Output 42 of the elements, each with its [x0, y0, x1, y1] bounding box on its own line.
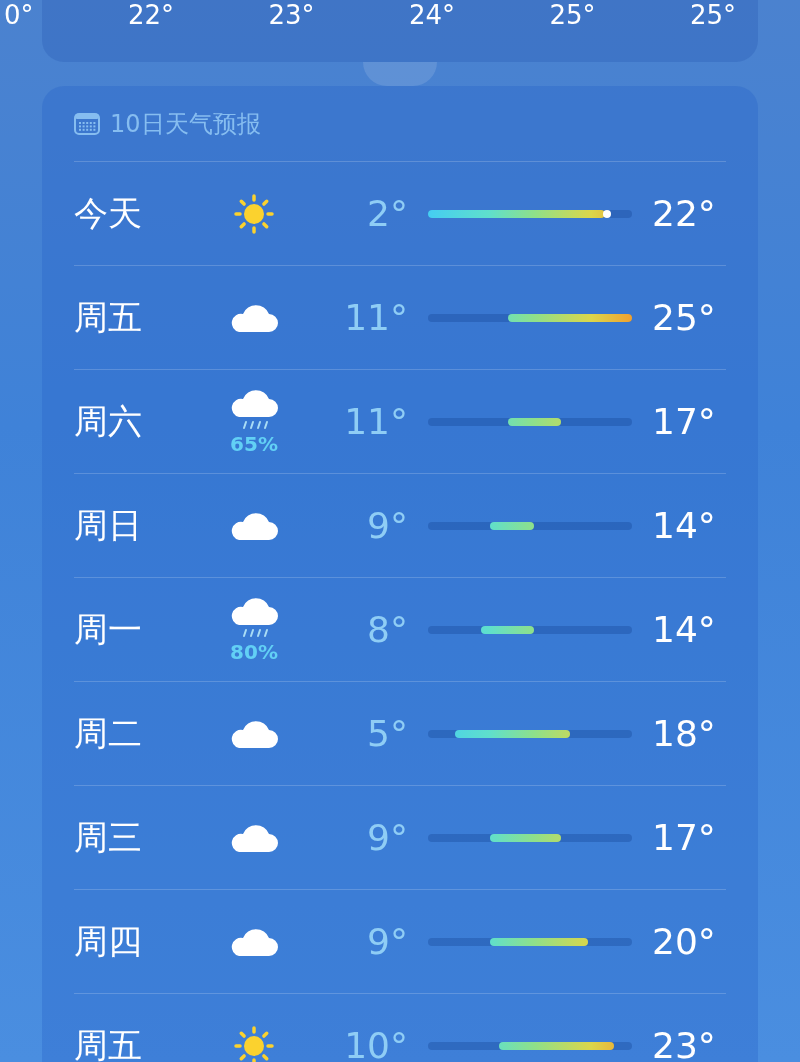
day-label: 周五	[74, 1023, 143, 1062]
temperature-range-fill	[490, 833, 562, 842]
current-temperature-dot	[603, 209, 612, 218]
day-label: 周五	[74, 295, 143, 339]
day-label: 周三	[74, 815, 143, 859]
hourly-temperature: 22°	[127, 0, 175, 30]
precipitation-chance: 80%	[230, 640, 278, 663]
day-label: 周一	[74, 607, 143, 651]
hourly-temperature: 25°	[689, 0, 736, 30]
forecast-title: 10日天气预报	[110, 108, 261, 140]
low-temperature: 2°	[366, 193, 409, 234]
hourly-temperature: 25°	[549, 0, 596, 30]
day-label: 今天	[74, 191, 143, 235]
calendar-icon	[74, 112, 100, 135]
low-temperature: 10°	[343, 1025, 409, 1062]
low-temperature: 9°	[366, 921, 409, 962]
low-temperature: 8°	[366, 609, 409, 650]
temperature-range-fill	[507, 417, 561, 426]
hourly-temperature: 23°	[268, 0, 315, 30]
day-label: 周日	[74, 503, 143, 547]
high-temperature: 25°	[652, 297, 716, 338]
high-temperature: 14°	[652, 505, 716, 546]
day-label: 周二	[74, 711, 143, 755]
high-temperature: 18°	[652, 713, 716, 754]
temperature-range-fill	[490, 521, 535, 530]
temperature-range-fill	[481, 625, 535, 634]
hourly-temperature: 24°	[408, 0, 455, 30]
high-temperature: 20°	[652, 921, 716, 962]
low-temperature: 5°	[366, 713, 409, 754]
low-temperature: 11°	[343, 297, 409, 338]
hourly-temperature: 0°	[4, 0, 34, 30]
low-temperature: 9°	[366, 505, 409, 546]
day-label: 周四	[74, 919, 143, 963]
day-label: 周六	[74, 399, 143, 443]
high-temperature: 23°	[652, 1025, 716, 1062]
high-temperature: 17°	[652, 401, 716, 442]
low-temperature: 11°	[343, 401, 409, 442]
precipitation-chance: 65%	[230, 432, 278, 455]
high-temperature: 14°	[652, 609, 716, 650]
high-temperature: 22°	[652, 193, 716, 234]
high-temperature: 17°	[652, 817, 716, 858]
low-temperature: 9°	[366, 817, 409, 858]
